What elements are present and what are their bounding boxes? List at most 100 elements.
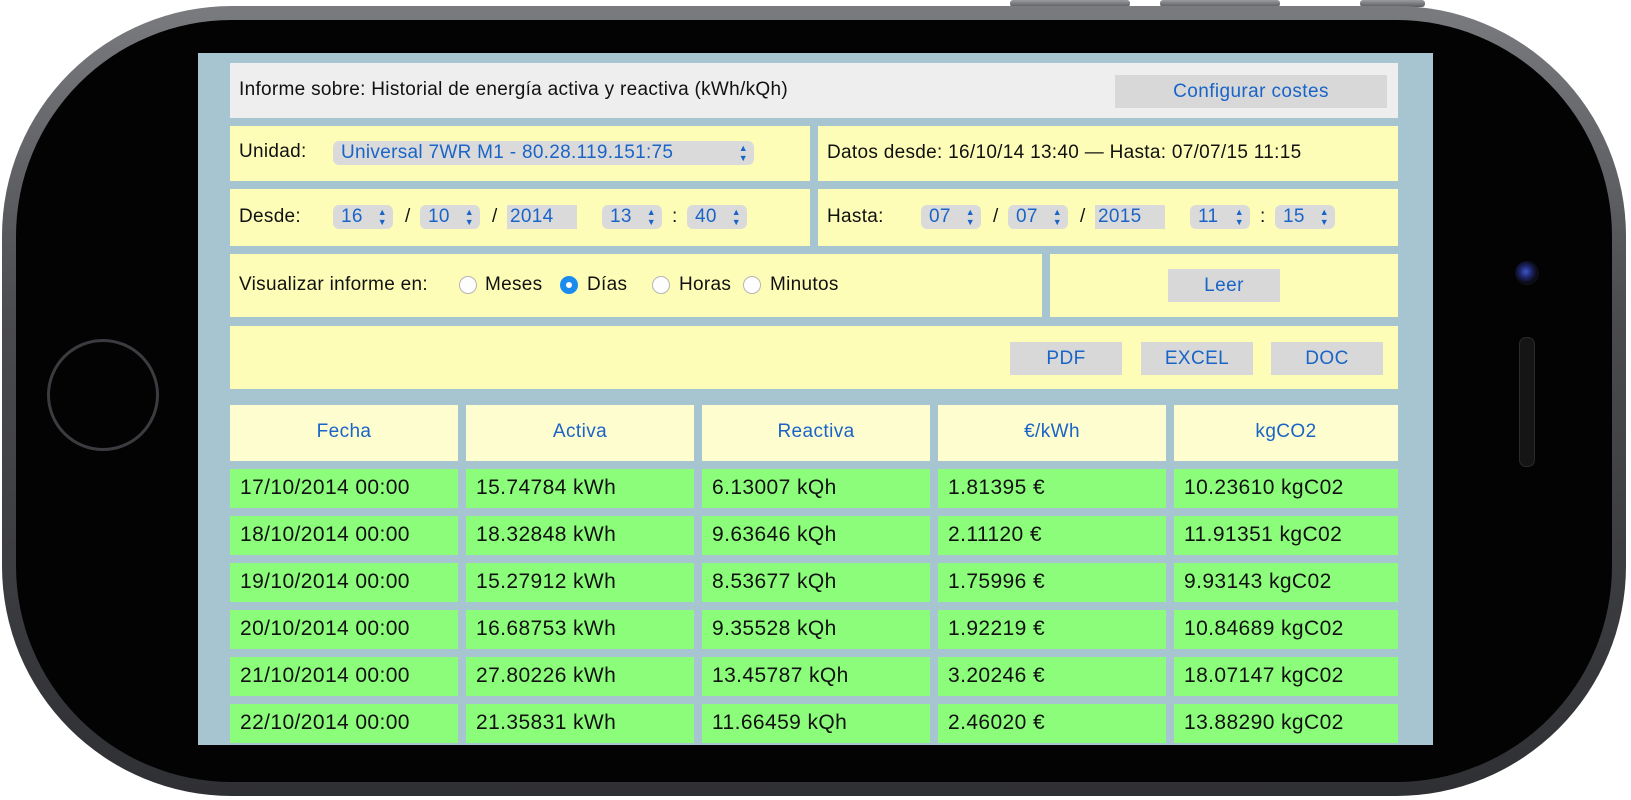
table-cell: 21.35831 kWh <box>466 704 694 743</box>
unit-select[interactable]: Universal 7WR M1 - 80.28.119.151:75 ▲ ▼ <box>333 141 754 165</box>
from-month-select[interactable]: 10 ▲ ▼ <box>420 205 480 229</box>
from-day-value: 16 <box>341 206 363 227</box>
column-header-reactive[interactable]: Reactiva <box>702 405 930 461</box>
table-cell: 11.91351 kgC02 <box>1174 516 1398 555</box>
radio-minutes[interactable] <box>743 276 761 294</box>
radio-days[interactable] <box>560 276 578 294</box>
table-cell: 10.23610 kgC02 <box>1174 469 1398 508</box>
to-minute-select[interactable]: 15 ▲ ▼ <box>1275 205 1335 229</box>
table-cell: 9.35528 kQh <box>702 610 930 649</box>
to-day-select[interactable]: 07 ▲ ▼ <box>921 205 981 229</box>
export-pdf-button[interactable]: PDF <box>1010 342 1122 375</box>
from-label: Desde: <box>239 206 302 227</box>
to-label: Hasta: <box>827 206 884 227</box>
updown-arrows-icon: ▲ ▼ <box>464 207 474 227</box>
table-cell: 18.07147 kgC02 <box>1174 657 1398 696</box>
column-header-active[interactable]: Activa <box>466 405 694 461</box>
radio-hours-label[interactable]: Horas <box>679 274 731 296</box>
updown-arrows-icon: ▲ ▼ <box>738 143 748 163</box>
table-cell: 22/10/2014 00:00 <box>230 704 458 743</box>
to-month-value: 07 <box>1016 206 1038 227</box>
updown-arrows-icon: ▲ ▼ <box>377 207 387 227</box>
configure-costs-button[interactable]: Configurar costes <box>1115 75 1387 108</box>
table-cell: 2.46020 € <box>938 704 1166 743</box>
range-info: Datos desde: 16/10/14 13:40 — Hasta: 07/… <box>827 142 1302 163</box>
table-cell: 13.45787 kQh <box>702 657 930 696</box>
table-cell: 9.93143 kgC02 <box>1174 563 1398 602</box>
read-button[interactable]: Leer <box>1168 269 1280 302</box>
range-info-panel: Datos desde: 16/10/14 13:40 — Hasta: 07/… <box>818 126 1398 181</box>
table-cell: 15.27912 kWh <box>466 563 694 602</box>
date-separator: / <box>405 206 411 227</box>
table-cell: 17/10/2014 00:00 <box>230 469 458 508</box>
unit-label: Unidad: <box>239 141 307 162</box>
table-cell: 11.66459 kQh <box>702 704 930 743</box>
updown-arrows-icon: ▲ ▼ <box>1052 207 1062 227</box>
radio-minutes-label[interactable]: Minutos <box>770 274 839 296</box>
date-separator: / <box>492 206 498 227</box>
to-hour-value: 11 <box>1198 206 1219 227</box>
table-cell: 16.68753 kWh <box>466 610 694 649</box>
from-hour-value: 13 <box>610 206 632 227</box>
table-cell: 8.53677 kQh <box>702 563 930 602</box>
export-doc-button[interactable]: DOC <box>1271 342 1383 375</box>
from-month-value: 10 <box>428 206 450 227</box>
table-cell: 27.80226 kWh <box>466 657 694 696</box>
from-year-input[interactable]: 2014 <box>507 205 577 229</box>
column-header-cost[interactable]: €/kWh <box>938 405 1166 461</box>
table-cell: 2.11120 € <box>938 516 1166 555</box>
to-month-select[interactable]: 07 ▲ ▼ <box>1008 205 1068 229</box>
table-cell: 21/10/2014 00:00 <box>230 657 458 696</box>
updown-arrows-icon: ▲ ▼ <box>1234 207 1244 227</box>
home-button-icon[interactable] <box>47 339 159 451</box>
from-day-select[interactable]: 16 ▲ ▼ <box>333 205 393 229</box>
table-cell: 1.81395 € <box>938 469 1166 508</box>
report-title-bar: Informe sobre: Historial de energía acti… <box>230 63 1398 118</box>
read-panel: Leer <box>1050 254 1398 317</box>
column-header-co2[interactable]: kgCO2 <box>1174 405 1398 461</box>
export-panel: PDF EXCEL DOC <box>230 326 1398 389</box>
table-cell: 19/10/2014 00:00 <box>230 563 458 602</box>
to-hour-select[interactable]: 11 ▲ ▼ <box>1190 205 1250 229</box>
front-camera-icon <box>1515 261 1539 285</box>
view-mode-panel: Visualizar informe en: Meses Días Horas … <box>230 254 1042 317</box>
table-cell: 1.75996 € <box>938 563 1166 602</box>
table-cell: 10.84689 kgC02 <box>1174 610 1398 649</box>
updown-arrows-icon: ▲ ▼ <box>965 207 975 227</box>
page-title: Informe sobre: Historial de energía acti… <box>239 79 788 100</box>
from-minute-select[interactable]: 40 ▲ ▼ <box>687 205 747 229</box>
date-separator: / <box>993 206 999 227</box>
view-mode-label: Visualizar informe en: <box>239 274 428 295</box>
radio-hours[interactable] <box>652 276 670 294</box>
time-separator: : <box>1260 206 1266 227</box>
radio-days-label[interactable]: Días <box>587 274 627 296</box>
from-panel: Desde: 16 ▲ ▼ / 10 ▲ ▼ / 2014 13 ▲ ▼ : 40 ▲… <box>230 189 810 246</box>
table-cell: 9.63646 kQh <box>702 516 930 555</box>
table-cell: 3.20246 € <box>938 657 1166 696</box>
unit-panel: Unidad: Universal 7WR M1 - 80.28.119.151… <box>230 126 810 181</box>
export-excel-button[interactable]: EXCEL <box>1141 342 1253 375</box>
unit-select-value: Universal 7WR M1 - 80.28.119.151:75 <box>341 142 674 163</box>
table-cell: 20/10/2014 00:00 <box>230 610 458 649</box>
to-year-input[interactable]: 2015 <box>1095 205 1165 229</box>
table-cell: 1.92219 € <box>938 610 1166 649</box>
radio-months[interactable] <box>459 276 477 294</box>
speaker-icon <box>1519 337 1535 467</box>
table-cell: 13.88290 kgC02 <box>1174 704 1398 743</box>
updown-arrows-icon: ▲ ▼ <box>646 207 656 227</box>
from-minute-value: 40 <box>695 206 717 227</box>
radio-months-label[interactable]: Meses <box>485 274 542 296</box>
to-day-value: 07 <box>929 206 951 227</box>
column-header-date[interactable]: Fecha <box>230 405 458 461</box>
table-cell: 18/10/2014 00:00 <box>230 516 458 555</box>
to-minute-value: 15 <box>1283 206 1305 227</box>
table-cell: 6.13007 kQh <box>702 469 930 508</box>
time-separator: : <box>672 206 678 227</box>
to-panel: Hasta: 07 ▲ ▼ / 07 ▲ ▼ / 2015 11 ▲ ▼ : 15 ▲… <box>818 189 1398 246</box>
table-cell: 18.32848 kWh <box>466 516 694 555</box>
updown-arrows-icon: ▲ ▼ <box>731 207 741 227</box>
updown-arrows-icon: ▲ ▼ <box>1319 207 1329 227</box>
app-screen: Informe sobre: Historial de energía acti… <box>198 53 1433 745</box>
date-separator: / <box>1080 206 1086 227</box>
from-hour-select[interactable]: 13 ▲ ▼ <box>602 205 662 229</box>
